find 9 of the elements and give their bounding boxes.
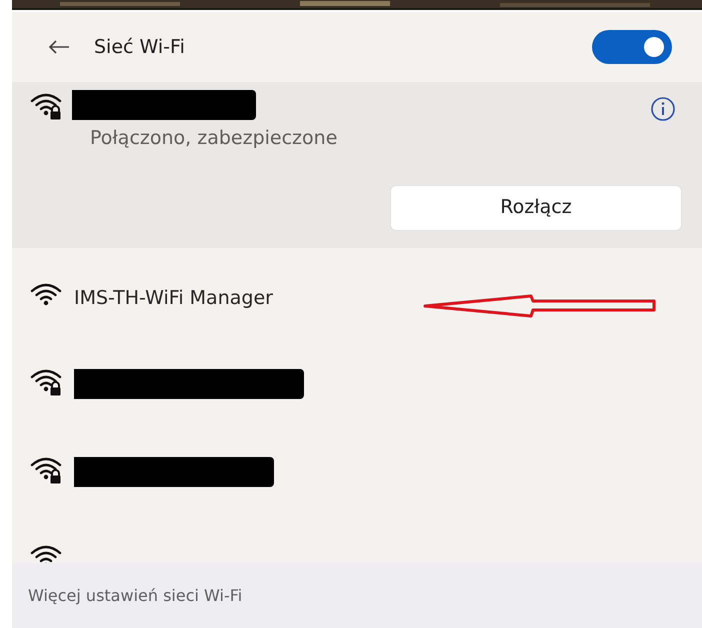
page-title: Sieć Wi-Fi bbox=[94, 34, 185, 60]
info-icon[interactable] bbox=[650, 96, 676, 122]
disconnect-button[interactable]: Rozłącz bbox=[390, 184, 682, 230]
more-wifi-settings-link[interactable]: Więcej ustawień sieci Wi-Fi bbox=[28, 584, 242, 608]
network-name: IMS-TH-WiFi Manager bbox=[74, 286, 273, 309]
back-arrow-icon bbox=[48, 39, 70, 55]
network-item[interactable]: IMS-TH-WiFi Manager bbox=[12, 248, 702, 338]
connection-status: Połączono, zabezpieczone bbox=[90, 126, 338, 151]
wifi-toggle[interactable] bbox=[592, 30, 672, 64]
